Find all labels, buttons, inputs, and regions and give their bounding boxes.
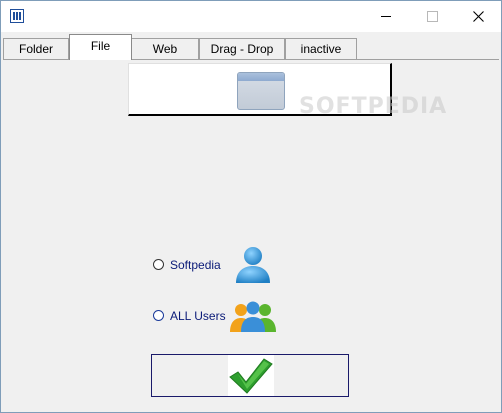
user-icon [236, 247, 270, 283]
option-softpedia-label: Softpedia [170, 257, 221, 272]
window-icon [237, 72, 285, 110]
close-icon [472, 11, 484, 23]
option-all-users-label: ALL Users [170, 308, 226, 323]
tab-file[interactable]: File [69, 34, 132, 61]
title-bar[interactable] [1, 1, 501, 32]
watermark: SOFTPEDIA [299, 94, 448, 119]
tab-inactive[interactable]: inactive [285, 38, 357, 59]
radio-softpedia[interactable] [153, 259, 164, 271]
confirm-button[interactable] [151, 354, 349, 397]
app-icon[interactable] [10, 9, 24, 23]
close-button[interactable] [455, 1, 501, 32]
tab-web[interactable]: Web [131, 38, 199, 59]
checkmark-icon [229, 358, 273, 394]
tab-page-file: SOFTPEDIA Softpedia ALL Users [3, 60, 499, 410]
option-all-users[interactable]: ALL Users [153, 305, 226, 325]
users-icon [230, 301, 276, 332]
tab-folder[interactable]: Folder [3, 38, 69, 59]
maximize-icon [426, 11, 438, 23]
minimize-icon [381, 16, 391, 18]
radio-all-users[interactable] [153, 310, 164, 322]
confirm-icon-area [228, 355, 274, 396]
maximize-button[interactable] [409, 1, 455, 32]
tab-drag-drop[interactable]: Drag - Drop [199, 38, 285, 59]
tab-strip: Folder Web Drag - Drop inactive File [1, 32, 501, 62]
minimize-button[interactable] [363, 1, 409, 32]
app-window: Folder Web Drag - Drop inactive File SOF… [0, 0, 502, 413]
option-softpedia[interactable]: Softpedia [153, 254, 221, 274]
